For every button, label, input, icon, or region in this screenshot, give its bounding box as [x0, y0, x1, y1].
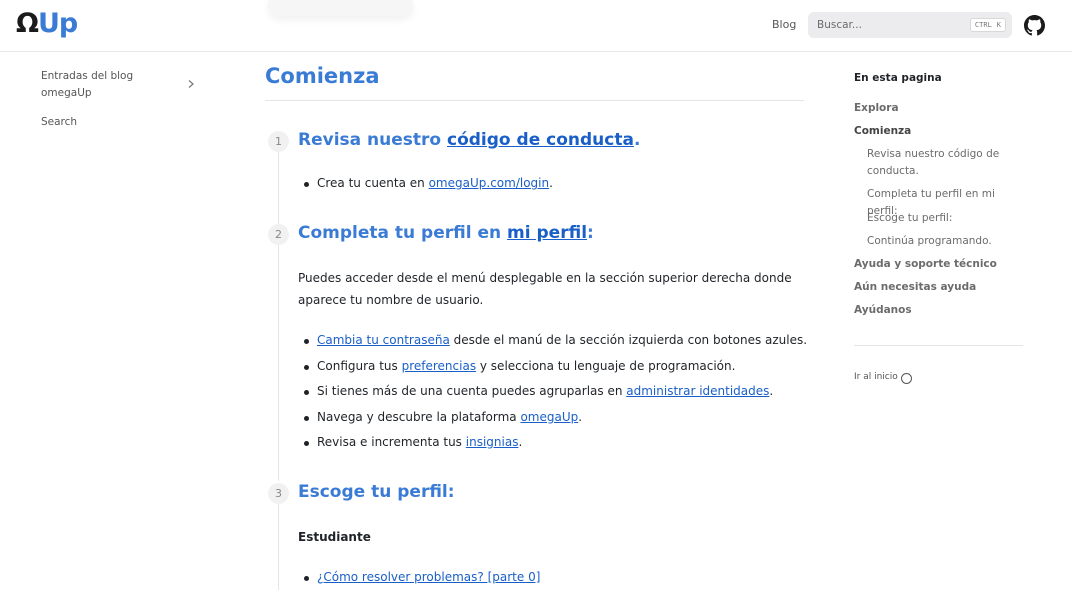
omegaup-logo[interactable]: ΩUp — [16, 8, 78, 39]
toc-item-aun-necesitas[interactable]: Aún necesitas ayuda — [854, 281, 976, 293]
toc-item-ayuda-soporte[interactable]: Ayuda y soporte técnico — [854, 258, 997, 270]
toc-item-explora[interactable]: Explora — [854, 102, 899, 114]
omegaup-link[interactable]: omegaUp — [520, 410, 578, 424]
toc-item-escoge-perfil[interactable]: Escoge tu perfil: — [867, 210, 1027, 227]
step-connector-line — [278, 245, 279, 481]
code-of-conduct-link[interactable]: código de conducta — [447, 130, 634, 150]
search-shortcut-badge: CTRL K — [969, 18, 1006, 32]
toc-item-codigo-conducta[interactable]: Revisa nuestro código de conducta. — [867, 146, 1017, 180]
sidebar-item-search[interactable]: Search — [41, 114, 77, 131]
step-heading: Completa tu perfil en mi perfil: — [298, 223, 594, 243]
list-item: Si tienes más de una cuenta puedes agrup… — [303, 384, 774, 398]
nav-blog-link[interactable]: Blog — [772, 18, 796, 31]
title-divider — [265, 100, 804, 101]
login-link[interactable]: omegaUp.com/login — [429, 176, 550, 190]
step-connector-line — [278, 504, 279, 590]
announcement-bar — [268, 0, 413, 16]
my-profile-link[interactable]: mi perfil — [507, 223, 587, 243]
list-item: Cambia tu contraseña desde el manú de la… — [303, 333, 808, 347]
toc-title: En esta pagina — [854, 72, 942, 84]
step-heading: Escoge tu perfil: — [298, 482, 455, 502]
preferences-link[interactable]: preferencias — [402, 359, 476, 373]
back-to-top-link[interactable]: Ir al inicio — [854, 372, 898, 382]
sidebar-item-blog-entries[interactable]: Entradas del blog omegaUp — [41, 68, 133, 102]
toc-item-continua[interactable]: Continúa programando. — [867, 233, 1027, 250]
manage-identities-link[interactable]: administrar identidades — [626, 384, 769, 398]
list-item: ¿Cómo resolver problemas? [parte 0] — [303, 570, 540, 584]
list-item: Configura tus preferencias y selecciona … — [303, 359, 736, 373]
page-title: Comienza — [265, 64, 380, 88]
list-item: Revisa e incrementa tus insignias. — [303, 435, 523, 449]
step-number: 1 — [268, 131, 289, 152]
top-navbar: ΩUp Blog Buscar... CTRL K — [0, 0, 1072, 52]
circle-icon[interactable] — [901, 373, 912, 384]
toc-item-comienza[interactable]: Comienza — [854, 125, 911, 137]
toc-item-ayudanos[interactable]: Ayúdanos — [854, 304, 912, 316]
search-button[interactable]: Buscar... CTRL K — [808, 12, 1012, 38]
step-connector-line — [278, 152, 279, 224]
how-to-solve-problems-link[interactable]: ¿Cómo resolver problemas? [parte 0] — [317, 570, 540, 584]
step-number: 2 — [268, 224, 289, 245]
search-placeholder: Buscar... — [817, 19, 862, 31]
step-number: 3 — [268, 483, 289, 504]
toc-divider — [854, 345, 1023, 346]
change-password-link[interactable]: Cambia tu contraseña — [317, 333, 450, 347]
chevron-right-icon[interactable] — [186, 79, 196, 89]
list-item: Navega y descubre la plataforma omegaUp. — [303, 410, 583, 424]
badges-link[interactable]: insignias — [466, 435, 519, 449]
list-item: Crea tu cuenta en omegaUp.com/login. — [304, 176, 553, 190]
student-subheading: Estudiante — [298, 530, 371, 544]
step-paragraph: Puedes acceder desde el menú desplegable… — [298, 271, 792, 307]
step-heading: Revisa nuestro código de conducta. — [298, 130, 641, 150]
github-icon[interactable] — [1024, 15, 1045, 36]
